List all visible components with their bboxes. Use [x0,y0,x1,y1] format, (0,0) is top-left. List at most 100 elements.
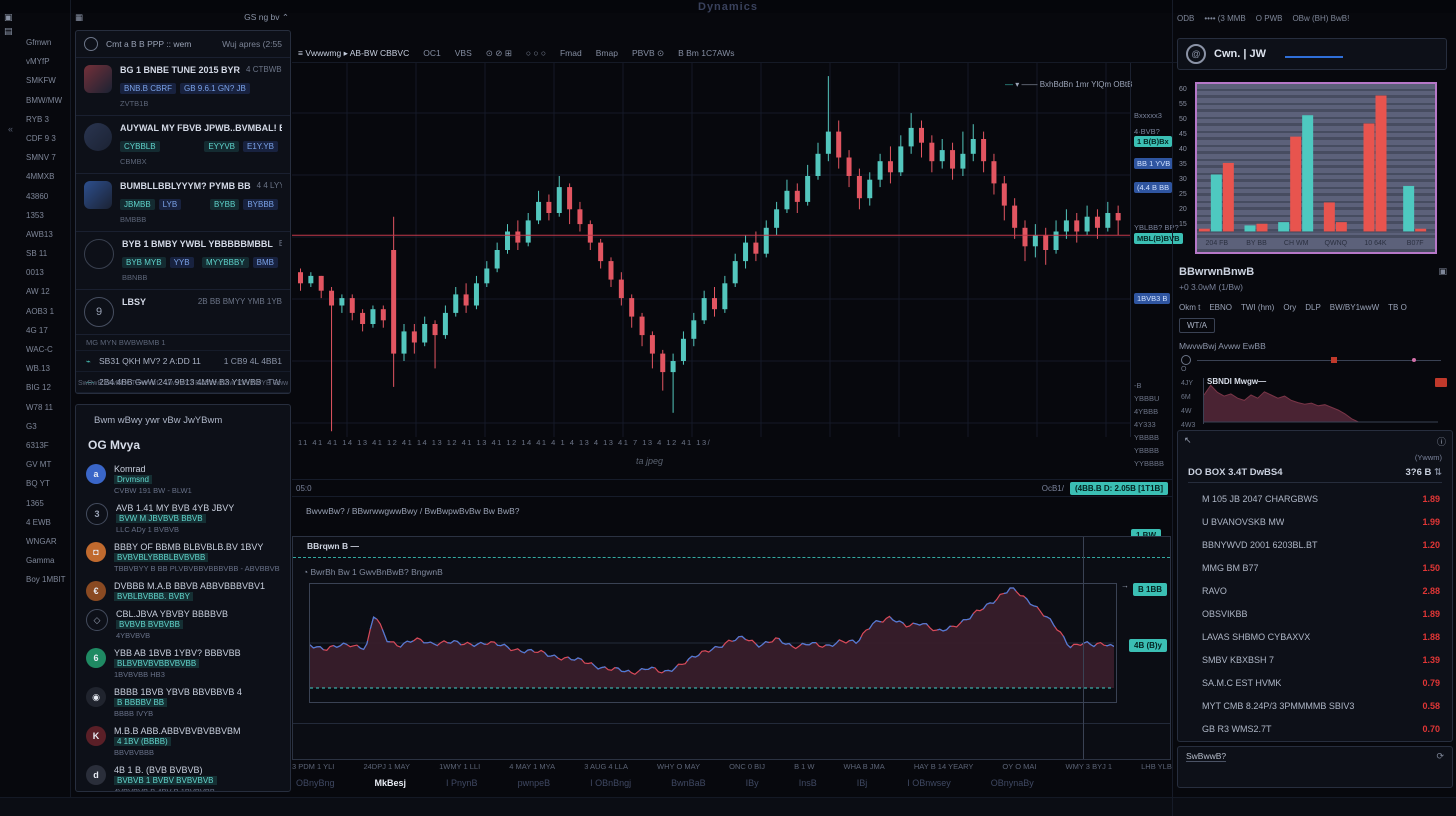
footer-menu-item[interactable]: IBj [857,778,868,788]
ticker-item[interactable]: WB.13 [26,364,70,383]
footer-menu-item[interactable]: OBnynaBy [991,778,1034,788]
chart-toolbar-item[interactable]: ⊙ ⊘ ⊞ [486,48,512,59]
chart-toolbar-item[interactable]: ○ ○ ○ [526,48,546,58]
info-tab[interactable]: EBNO [1209,303,1232,312]
footer-menu-item[interactable]: I OBnwsey [907,778,951,788]
table-row[interactable]: U BVANOVSKB MW1.99 [1178,510,1452,533]
feed-item[interactable]: AUYWAL MY FBVB JPWB..BVMBAL! BBCB (BM(BY… [76,116,290,174]
mover-item[interactable]: KM.B.B ABB.ABBVBVBVBBVBM4 1BV (BBBB)BBVB… [76,722,290,761]
mover-link[interactable]: B BBBBV BB [114,698,167,707]
slider-marker-pink[interactable] [1412,358,1416,362]
mover-item[interactable]: €DVBBB M.A.B BBVB ABBVBBBVBV1BVBLBVBBB. … [76,577,290,605]
ticker-item[interactable]: BIG 12 [26,383,70,402]
feed-chip[interactable]: JBMBB [120,199,155,210]
feed-item[interactable]: BG 1 BNBE TUNE 2015 BYR4 CTBWBY? zmzmaBN… [76,58,290,116]
feed-item[interactable]: BYB 1 BMBY YWBL YBBBBBMBBLBB YB BMYBLAMB… [76,232,290,290]
mover-item[interactable]: ◉BBBB 1BVB YBVB BBVBBVB 4B BBBBV BBBBBB … [76,683,290,722]
ticker-item[interactable]: 4G 17 [26,326,70,345]
range-slider[interactable] [1181,356,1441,364]
price-axis[interactable]: Bxxxxx34·BVB?1 B(B)BxBB 1 YVB(4.4 B BBYB… [1130,63,1173,437]
ticker-item[interactable]: AW 12 [26,287,70,306]
chart-toolbar-item[interactable]: Fmad [560,48,582,58]
info-tab[interactable]: BW/BY1wwW [1330,303,1379,312]
mover-link[interactable]: BVBLBVBBB. BVBY [114,592,193,601]
footer-menu-item[interactable]: InsB [799,778,817,788]
ticker-item[interactable]: SMKFW [26,76,70,95]
mover-item[interactable]: aKomradDrvmsndCVBW 191 BW - BLW1 [76,460,290,499]
ticker-item[interactable]: AWB13 [26,230,70,249]
mover-link[interactable]: BVBVBLYBBBLBVBVBB [114,553,208,562]
footer-menu-item[interactable]: BwnBaB [671,778,706,788]
table-header-right[interactable]: 3?6 B ⇅ [1406,467,1442,478]
mover-item[interactable]: d4B 1 B. (BVB BVBVB)BVBVB 1 BVBV BVBVBVB… [76,761,290,792]
info-tab[interactable]: TWI (hm) [1241,303,1274,312]
ticker-item[interactable]: GV MT [26,460,70,479]
table-info-icon[interactable]: ⓘ [1437,435,1446,448]
table-row[interactable]: LAVAS SHBMO CYBAXVX1.88 [1178,625,1452,648]
feed-chip[interactable]: BYBBB [243,199,278,210]
ticker-item[interactable]: 0013 [26,268,70,287]
table-row[interactable]: SA.M.C EST HVMK0.79 [1178,671,1452,694]
chart-toolbar-item[interactable]: Bmap [596,48,618,58]
mover-link[interactable]: BVBVB BVBVBB [116,620,183,629]
info-tab[interactable]: Okm t [1179,303,1200,312]
right-header-item[interactable]: •••• (3 MMB [1204,14,1245,23]
mover-item[interactable]: 6YBB AB 1BVB 1YBV? BBBVBBBLBVBVBVBBVBVBB… [76,644,290,683]
ticker-item[interactable]: AOB3 1 [26,307,70,326]
ticker-item[interactable]: WAC-C [26,345,70,364]
feed-chip[interactable]: LYB [159,199,182,210]
ticker-item[interactable]: W78 11 [26,403,70,422]
feed-item[interactable]: BUMBLLBBLYYYM? PYMB BB4 4 LYY LW GBWBJBM… [76,174,290,232]
feed-compact-row[interactable]: ⌁SB31 QKH MV? 2 A:DD 111 CB9 4L 4BB1 [76,351,290,372]
feed-item[interactable]: 9LBSY2B BB BMYY YMB 1YB [76,290,290,335]
ticker-item[interactable]: SMNV 7 [26,153,70,172]
submit-box[interactable]: SwBwwB? ⟳ [1177,746,1453,788]
subchart-panel[interactable]: BBrqwn B — ◔ BwrBh Bw 1 GwvBnBwB? BngwnB… [292,536,1171,760]
chart-toolbar-item[interactable]: OC1 [423,48,440,58]
table-row[interactable]: OBSVIKBB1.89 [1178,602,1452,625]
feed-chip[interactable]: BYBB [210,199,239,210]
info-tab[interactable]: DLP [1305,303,1321,312]
table-row[interactable]: RAVO2.88 [1178,579,1452,602]
main-chart[interactable] [292,63,1130,437]
mover-link[interactable]: BVW M JBVBVB BBVB [116,514,206,523]
ticker-item[interactable]: 6313F [26,441,70,460]
footer-menu-item[interactable]: IBy [746,778,759,788]
ticker-item[interactable]: 1365 [26,499,70,518]
mover-item[interactable]: 3AVB 1.41 MY BVB 4YB JBVYBVW M JBVBVB BB… [76,499,290,538]
ticker-item[interactable]: 43860 [26,192,70,211]
feed-chip[interactable]: BYB MYB [122,257,166,268]
slider-track[interactable] [1197,360,1441,361]
table-corner-icon[interactable]: ↖ [1184,435,1192,446]
rail-app-icon[interactable]: ▣ [4,12,13,23]
ticker-item[interactable]: 1353 [26,211,70,230]
panel-grid-icon[interactable]: ▦ [75,12,83,28]
ticker-item[interactable]: 4 EWB [26,518,70,537]
chart-legend[interactable]: — ▾ —— BxhBdBn 1mr YlQm OBtB [1005,80,1132,89]
table-row[interactable]: BBNYWVD 2001 6203BL.BT1.20 [1178,533,1452,556]
ticker-item[interactable]: vMYfP [26,57,70,76]
mover-item[interactable]: ◘BBBY OF BBMB BLBVBLB.BV 1BVYBVBVBLYBBBL… [76,538,290,577]
slider-handle-icon[interactable] [1181,355,1191,365]
table-row[interactable]: MMG BM B771.50 [1178,556,1452,579]
chart-toolbar-item[interactable]: ≡ Vwwwmg ▸ AB-BW CBBVC [298,48,409,59]
table-row[interactable]: MYT CMB 8.24P/3 3PMMMMB SBIV30.58 [1178,694,1452,717]
ticker-item[interactable]: Gfmwn [26,38,70,57]
rail-collapse-icon[interactable]: « [8,124,13,134]
table-row[interactable]: GB R3 WMS2.7T0.70 [1178,717,1452,740]
footer-menu-item[interactable]: MkBesj [375,778,407,788]
ticker-item[interactable]: Gamma [26,556,70,575]
submit-label[interactable]: SwBwwB? [1186,751,1226,762]
rail-grid-icon[interactable]: ▤ [4,26,13,37]
mover-link[interactable]: BVBVB 1 BVBV BVBVBVB [114,776,217,785]
feed-chip[interactable]: YYB [170,257,194,268]
mover-link[interactable]: BLBVBVBVBBVBVBB [114,659,199,668]
feed-chip[interactable]: EYYVB [204,141,239,152]
feed-chip[interactable]: BMB [253,257,278,268]
table-row[interactable]: M 105 JB 2047 CHARGBWS1.89 [1178,487,1452,510]
footer-menu-item[interactable]: pwnpeB [518,778,551,788]
ticker-item[interactable]: CDF 9 3 [26,134,70,153]
chart-toolbar-item[interactable]: VBS [455,48,472,58]
footer-menu-item[interactable]: I OBnBngj [590,778,631,788]
ticker-item[interactable]: BQ YT [26,479,70,498]
